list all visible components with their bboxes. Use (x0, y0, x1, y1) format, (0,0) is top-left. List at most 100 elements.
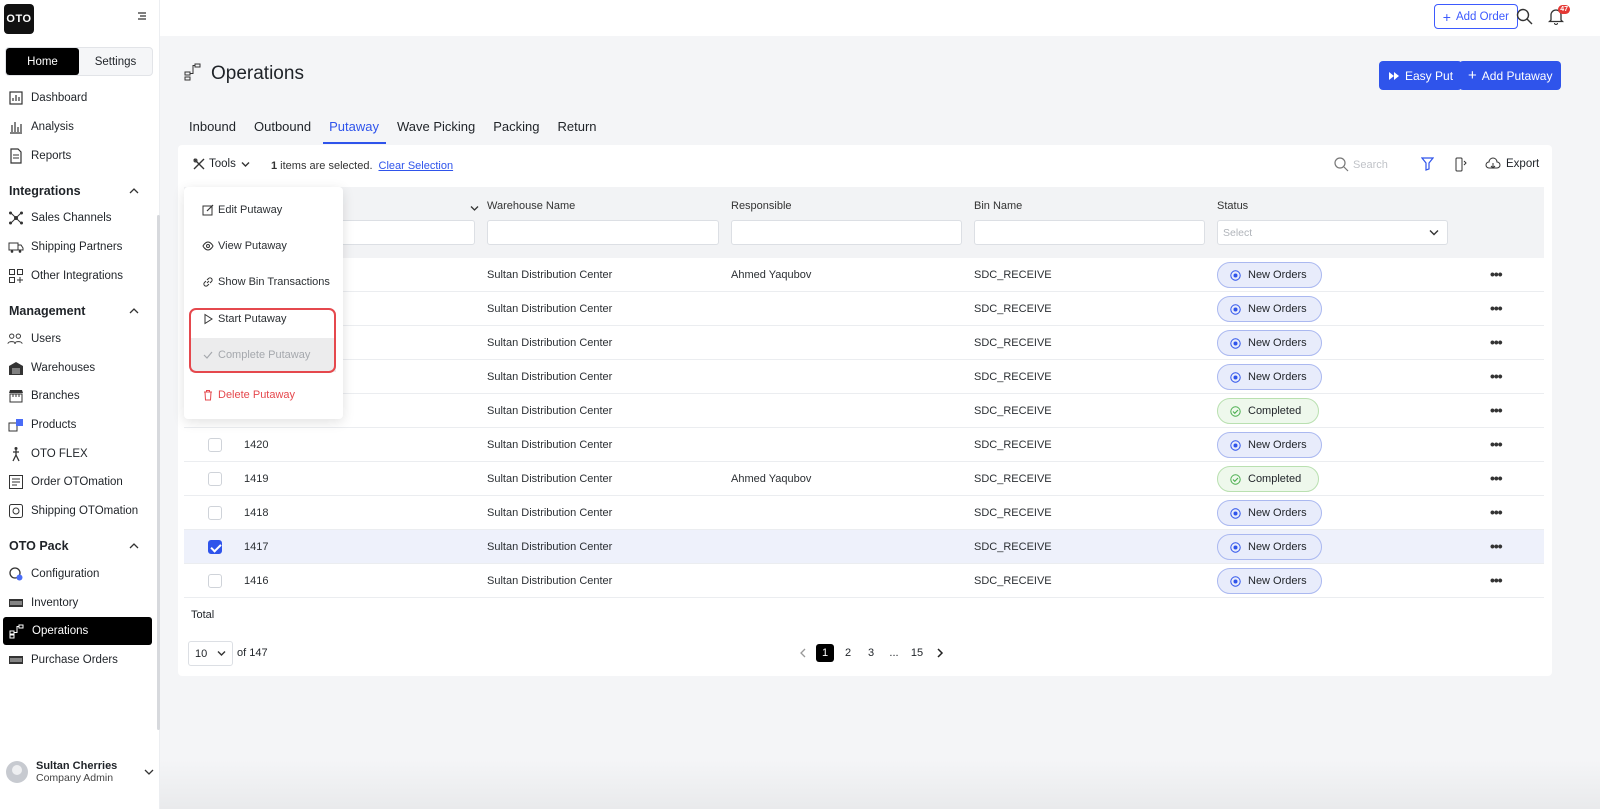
sidebar-item-label: Other Integrations (31, 270, 124, 282)
tab-packing[interactable]: Packing (487, 116, 546, 144)
sidebar-item-label: Order OTOmation (31, 476, 123, 488)
integrations-section-header[interactable]: Integrations (9, 184, 139, 198)
status-filter-select[interactable]: Select (1217, 220, 1448, 245)
tab-wave-picking[interactable]: Wave Picking (391, 116, 482, 144)
management-section-header[interactable]: Management (9, 304, 139, 318)
table-row[interactable]: 1418 Sultan Distribution Center SDC_RECEIV… (184, 496, 1544, 530)
tools-dropdown-button[interactable]: Tools (193, 158, 250, 170)
row-actions-icon[interactable]: ••• (1490, 267, 1503, 281)
column-header-bin[interactable]: Bin Name (974, 200, 1022, 212)
responsible-filter-input[interactable] (731, 220, 962, 245)
add-putaway-button[interactable]: + Add Putaway (1459, 61, 1562, 90)
table-row[interactable]: Sultan Distribution Center SDC_RECEIVE Com… (184, 394, 1544, 428)
table-row[interactable]: 1417 Sultan Distribution Center SDC_RECEIV… (184, 530, 1544, 564)
row-actions-icon[interactable]: ••• (1490, 471, 1503, 485)
table-row[interactable]: Sultan Distribution Center SDC_RECEIVE New… (184, 326, 1544, 360)
row-actions-icon[interactable]: ••• (1490, 437, 1503, 451)
settings-tab[interactable]: Settings (79, 48, 152, 75)
menu-item-edit-putaway[interactable]: Edit Putaway (202, 204, 282, 216)
sidebar-item-other-integrations[interactable]: Other Integrations (7, 265, 152, 287)
tab-putaway[interactable]: Putaway (323, 116, 386, 144)
add-order-button[interactable]: + Add Order (1433, 4, 1518, 29)
menu-item-view-putaway[interactable]: View Putaway (202, 240, 287, 252)
sidebar-item-branches[interactable]: Branches (7, 385, 152, 407)
clear-selection-link[interactable]: Clear Selection (379, 160, 454, 172)
sidebar-item-users[interactable]: Users (7, 328, 152, 350)
check-circle-icon (1230, 405, 1241, 417)
search-icon[interactable] (1516, 8, 1533, 28)
sidebar-item-sales-channels[interactable]: Sales Channels (7, 207, 152, 229)
row-checkbox[interactable] (208, 438, 222, 452)
sidebar-item-warehouses[interactable]: Warehouses (7, 357, 152, 379)
tab-inbound[interactable]: Inbound (183, 116, 243, 144)
cell-warehouse: Sultan Distribution Center (487, 269, 613, 281)
column-settings-icon[interactable] (1455, 157, 1467, 172)
row-actions-icon[interactable]: ••• (1490, 573, 1503, 587)
page-1[interactable]: 1 (816, 644, 834, 662)
user-profile[interactable]: Sultan Cherries Company Admin (6, 760, 154, 784)
oto-logo[interactable]: OTO (4, 4, 34, 34)
row-actions-icon[interactable]: ••• (1490, 539, 1503, 553)
sidebar-item-shipping-otomation[interactable]: Shipping OTOmation (7, 500, 152, 522)
row-actions-icon[interactable]: ••• (1490, 505, 1503, 519)
sidebar-item-configuration[interactable]: Configuration (7, 563, 152, 585)
sidebar-item-purchase-orders[interactable]: Purchase Orders (7, 649, 152, 671)
sidebar-item-inventory[interactable]: Inventory (7, 592, 152, 614)
row-actions-icon[interactable]: ••• (1490, 369, 1503, 383)
page-2[interactable]: 2 (839, 644, 857, 662)
chevron-down-icon[interactable] (470, 201, 479, 215)
chevron-up-icon (129, 539, 139, 553)
row-checkbox[interactable] (208, 574, 222, 588)
table-row[interactable]: 1419 Sultan Distribution Center Ahmed Yaqu… (184, 462, 1544, 496)
table-row[interactable]: Sultan Distribution Center SDC_RECEIVE New… (184, 360, 1544, 394)
row-actions-icon[interactable]: ••• (1490, 301, 1503, 315)
column-header-status[interactable]: Status (1217, 200, 1248, 212)
filter-icon[interactable] (1421, 157, 1434, 171)
tab-outbound[interactable]: Outbound (248, 116, 318, 144)
export-button[interactable]: Export (1485, 157, 1539, 171)
menu-item-delete-putaway[interactable]: Delete Putaway (202, 389, 295, 401)
table-row[interactable]: 1416 Sultan Distribution Center SDC_RECEIV… (184, 564, 1544, 598)
analysis-icon (7, 119, 24, 136)
home-tab[interactable]: Home (6, 48, 79, 75)
sidebar-item-reports[interactable]: Reports (7, 145, 152, 167)
table-row[interactable]: 1420 Sultan Distribution Center SDC_RECEIV… (184, 428, 1544, 462)
column-header-responsible[interactable]: Responsible (731, 200, 792, 212)
row-checkbox[interactable] (208, 506, 222, 520)
table-search[interactable]: Search (1334, 157, 1388, 172)
table-row[interactable]: Sultan Distribution Center Ahmed Yaqubov S… (184, 258, 1544, 292)
sidebar-item-products[interactable]: Products (7, 414, 152, 436)
page-size-select[interactable]: 10 (188, 641, 233, 666)
menu-item-show-bin-transactions[interactable]: Show Bin Transactions (202, 276, 330, 288)
sidebar-item-oto-flex[interactable]: OTO FLEX (7, 443, 152, 465)
easy-put-button[interactable]: Easy Put (1379, 61, 1463, 90)
id-filter-input[interactable] (334, 220, 475, 245)
next-page-icon[interactable] (931, 644, 949, 662)
collapse-menu-icon[interactable] (135, 10, 149, 24)
row-checkbox[interactable] (208, 540, 222, 554)
column-header-warehouse[interactable]: Warehouse Name (487, 200, 575, 212)
row-actions-icon[interactable]: ••• (1490, 335, 1503, 349)
row-checkbox[interactable] (208, 472, 222, 486)
sidebar-item-order-otomation[interactable]: Order OTOmation (7, 471, 152, 493)
sidebar-item-dashboard[interactable]: Dashboard (7, 87, 152, 109)
notification-bell-icon[interactable]: 47 (1547, 5, 1570, 28)
edit-icon (202, 204, 214, 216)
row-actions-icon[interactable]: ••• (1490, 403, 1503, 417)
prev-page-icon[interactable] (793, 644, 811, 662)
tab-return[interactable]: Return (552, 116, 604, 144)
selected-text: items are selected. (277, 160, 373, 172)
page-15[interactable]: 15 (908, 644, 926, 662)
products-icon (7, 417, 24, 434)
cell-bin: SDC_RECEIVE (974, 337, 1052, 349)
sidebar-item-operations[interactable]: Operations (3, 617, 152, 645)
sidebar-item-shipping-partners[interactable]: Shipping Partners (7, 236, 152, 258)
page-3[interactable]: 3 (862, 644, 880, 662)
oto-pack-section-header[interactable]: OTO Pack (9, 539, 139, 553)
configuration-icon (7, 566, 24, 583)
table-row[interactable]: Sultan Distribution Center SDC_RECEIVE New… (184, 292, 1544, 326)
sidebar-item-analysis[interactable]: Analysis (7, 116, 152, 138)
warehouse-filter-input[interactable] (487, 220, 719, 245)
bin-filter-input[interactable] (974, 220, 1205, 245)
sidebar-scrollbar[interactable] (157, 215, 160, 730)
